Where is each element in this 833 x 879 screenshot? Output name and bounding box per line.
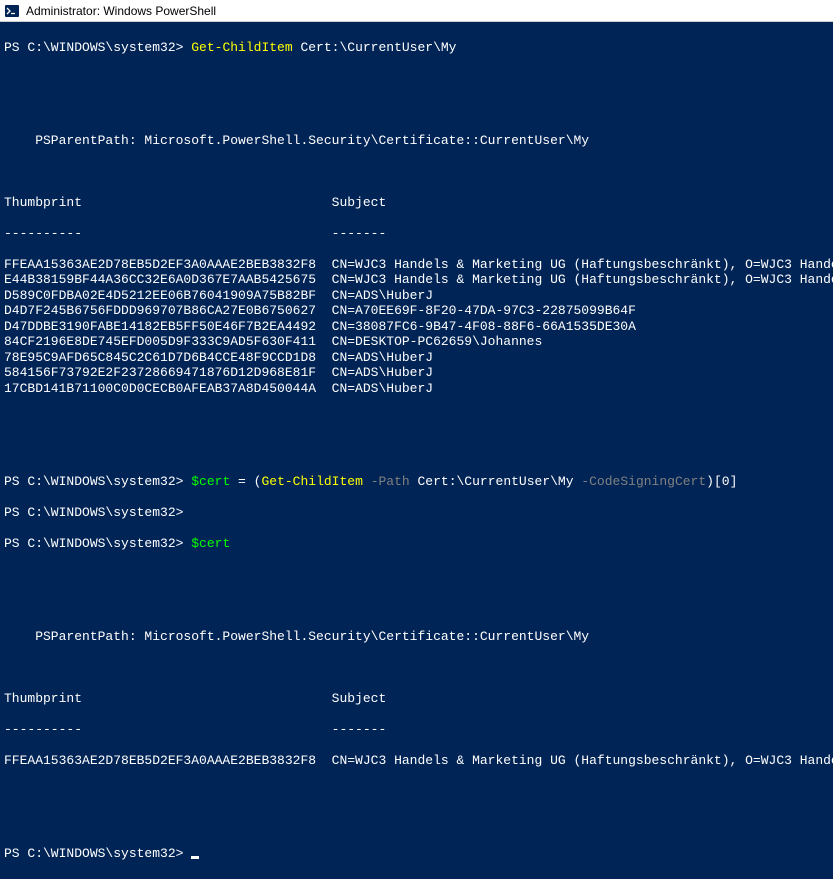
table-row: 84CF2196E8DE745EFD005D9F333C9AD5F630F411… xyxy=(4,334,829,350)
line-cmd1: PS C:\WINDOWS\system32> Get-ChildItem Ce… xyxy=(4,40,829,56)
prompt: PS C:\WINDOWS\system32> xyxy=(4,536,191,551)
parent-path: PSParentPath: Microsoft.PowerShell.Secur… xyxy=(4,133,829,149)
table-row: 584156F73792E2F23728669471876D12D968E81F… xyxy=(4,365,829,381)
command: Get-ChildItem xyxy=(191,40,292,55)
table-row: D589C0FDBA02E4D5212EE06B76041909A75B82BF… xyxy=(4,288,829,304)
blank xyxy=(4,815,829,831)
cert-list: FFEAA15363AE2D78EB5D2EF3A0AAAE2BEB3832F8… xyxy=(4,753,829,769)
command: Get-ChildItem xyxy=(261,474,362,489)
variable: $cert xyxy=(191,536,230,551)
table-row: D4D7F245B6756FDDD969707B86CA27E0B6750627… xyxy=(4,303,829,319)
blank xyxy=(4,598,829,614)
prompt: PS C:\WINDOWS\system32> xyxy=(4,846,191,861)
table-row: 78E95C9AFD65C845C2C61D7D6B4CCE48F9CCD1D8… xyxy=(4,350,829,366)
blank xyxy=(4,567,829,583)
blank xyxy=(4,660,829,676)
table-header: Thumbprint Subject xyxy=(4,691,829,707)
blank xyxy=(4,784,829,800)
powershell-icon xyxy=(4,3,20,19)
variable: $cert xyxy=(191,474,230,489)
line-cmd3: PS C:\WINDOWS\system32> $cert xyxy=(4,536,829,552)
table-row: FFEAA15363AE2D78EB5D2EF3A0AAAE2BEB3832F8… xyxy=(4,753,829,769)
terminal-output[interactable]: PS C:\WINDOWS\system32> Get-ChildItem Ce… xyxy=(0,22,833,879)
prompt: PS C:\WINDOWS\system32> xyxy=(4,40,191,55)
table-header: Thumbprint Subject xyxy=(4,195,829,211)
blank xyxy=(4,443,829,459)
window-titlebar[interactable]: Administrator: Windows PowerShell xyxy=(0,0,833,22)
table-row: E44B38159BF44A36CC32E6A0D367E7AAB5425675… xyxy=(4,272,829,288)
prompt: PS C:\WINDOWS\system32> xyxy=(4,505,191,520)
blank xyxy=(4,164,829,180)
cert-list: FFEAA15363AE2D78EB5D2EF3A0AAAE2BEB3832F8… xyxy=(4,257,829,397)
args: Cert:\CurrentUser\My xyxy=(293,40,457,55)
line-empty-prompt: PS C:\WINDOWS\system32> xyxy=(4,505,829,521)
param-flag: -Path xyxy=(363,474,410,489)
table-row: 17CBD141B71100C0D0CECB0AFEAB37A8D450044A… xyxy=(4,381,829,397)
blank xyxy=(4,71,829,87)
window-title: Administrator: Windows PowerShell xyxy=(26,4,216,18)
cursor-icon xyxy=(191,856,199,859)
table-row: FFEAA15363AE2D78EB5D2EF3A0AAAE2BEB3832F8… xyxy=(4,257,829,273)
blank xyxy=(4,102,829,118)
blank xyxy=(4,412,829,428)
table-header-underline: ---------- ------- xyxy=(4,722,829,738)
parent-path: PSParentPath: Microsoft.PowerShell.Secur… xyxy=(4,629,829,645)
prompt: PS C:\WINDOWS\system32> xyxy=(4,474,191,489)
table-row: D47DDBE3190FABE14182EB5FF50E46F7B2EA4492… xyxy=(4,319,829,335)
line-cmd2: PS C:\WINDOWS\system32> $cert = (Get-Chi… xyxy=(4,474,829,490)
param-flag: -CodeSigningCert xyxy=(574,474,707,489)
line-cursor: PS C:\WINDOWS\system32> xyxy=(4,846,829,862)
table-header-underline: ---------- ------- xyxy=(4,226,829,242)
